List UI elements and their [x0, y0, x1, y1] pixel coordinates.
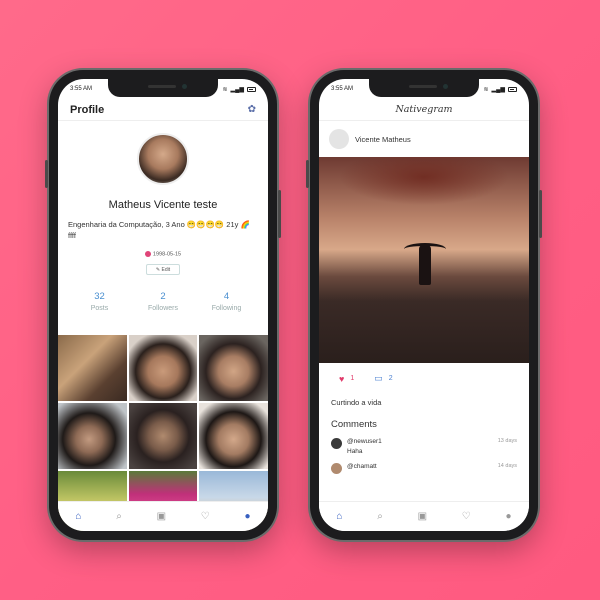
commenter-avatar[interactable] [331, 463, 342, 474]
grid-photo[interactable] [199, 335, 268, 401]
post-author[interactable]: Vicente Matheus [319, 121, 529, 157]
post-actions: ♥ 1 ▭ 2 [319, 363, 529, 384]
status-icons: ≋ ▂▄▆ [483, 86, 517, 93]
post-image[interactable] [319, 157, 529, 363]
post-caption: Curtindo a vida [331, 398, 382, 407]
birthday-icon [144, 251, 151, 257]
battery-icon [247, 86, 256, 92]
grid-photo[interactable] [58, 335, 127, 401]
stat-following-label: Following [211, 305, 242, 313]
grid-photo[interactable] [199, 403, 268, 469]
camera-icon[interactable]: ▣ [418, 511, 427, 522]
stat-following-count: 4 [223, 291, 230, 303]
edit-label: Edit [161, 267, 171, 274]
comments-heading: Comments [331, 419, 377, 430]
stat-following[interactable]: 4 Following [199, 291, 254, 312]
search-icon[interactable]: ⌕ [116, 511, 122, 522]
like-icon[interactable]: ♥ [339, 374, 344, 384]
profile-stats: 32 Posts 2 Followers 4 Following [58, 291, 268, 312]
stat-posts-count: 32 [94, 291, 105, 303]
like-count: 1 [350, 375, 355, 382]
app-brand: Nativegram [319, 99, 529, 121]
home-icon[interactable]: ⌂ [336, 511, 342, 522]
commenter-name[interactable]: @chamatt [347, 463, 493, 470]
notch [369, 79, 479, 97]
notch [108, 79, 218, 97]
home-icon[interactable]: ⌂ [75, 511, 81, 522]
comment-item: @chamatt 14 days [319, 455, 529, 474]
battery-icon [508, 86, 517, 92]
camera-icon[interactable]: ▣ [157, 511, 166, 522]
profile-header: Profile ✿ [58, 99, 268, 121]
comment-item: @newuser1 Haha 13 days [319, 430, 529, 455]
profile-name: Matheus Vicente teste [108, 199, 218, 211]
status-icons: ≋ ▂▄▆ [222, 86, 256, 93]
tab-bar: ⌂ ⌕ ▣ ♡ ● [319, 501, 529, 531]
profile-avatar[interactable] [137, 133, 189, 185]
tab-bar: ⌂ ⌕ ▣ ♡ ● [58, 501, 268, 531]
user-icon[interactable]: ● [245, 511, 251, 522]
profile-screen: 3:55 AM ≋ ▂▄▆ Profile ✿ Matheus Vicente … [58, 79, 268, 531]
page-title: Profile [70, 103, 105, 116]
grid-photo[interactable] [128, 335, 198, 401]
search-icon[interactable]: ⌕ [377, 511, 383, 522]
stat-posts-label: Posts [90, 305, 109, 313]
feed-screen: 3:55 AM ≋ ▂▄▆ Nativegram Vicente Matheus… [319, 79, 529, 531]
commenter-name[interactable]: @newuser1 [347, 438, 493, 445]
stat-followers-count: 2 [160, 291, 166, 303]
status-time: 3:55 AM [70, 86, 93, 92]
comment-count: 2 [388, 375, 393, 382]
birthdate: 1998-05-15 [58, 251, 268, 257]
settings-icon[interactable]: ✿ [248, 104, 256, 115]
author-avatar[interactable] [329, 129, 349, 149]
phone-profile: 3:55 AM ≋ ▂▄▆ Profile ✿ Matheus Vicente … [45, 70, 281, 540]
signal-icon: ▂▄▆ [491, 86, 505, 93]
grid-photo[interactable] [128, 403, 198, 469]
comment-time: 13 days [497, 438, 517, 444]
heart-icon[interactable]: ♡ [462, 511, 471, 522]
stat-posts[interactable]: 32 Posts [72, 291, 127, 312]
wifi-icon: ≋ [483, 86, 489, 93]
heart-icon[interactable]: ♡ [201, 511, 210, 522]
author-name[interactable]: Vicente Matheus [355, 135, 411, 144]
profile-bio: Engenharia da Computação, 3 Ano 😁😁😁😁 21y… [68, 220, 250, 240]
stat-followers-label: Followers [148, 305, 178, 313]
user-icon[interactable]: ● [506, 511, 512, 522]
wifi-icon: ≋ [222, 86, 228, 93]
grid-photo[interactable] [58, 403, 127, 469]
comment-icon[interactable]: ▭ [374, 373, 383, 384]
status-time: 3:55 AM [331, 86, 354, 92]
stat-followers[interactable]: 2 Followers [136, 291, 191, 312]
edit-profile-button[interactable]: ✎ Edit [146, 264, 180, 276]
signal-icon: ▂▄▆ [230, 86, 244, 93]
birthdate-text: 1998-05-15 [152, 251, 182, 258]
commenter-avatar[interactable] [331, 438, 342, 449]
phone-feed: 3:55 AM ≋ ▂▄▆ Nativegram Vicente Matheus… [306, 70, 542, 540]
comment-time: 14 days [497, 463, 517, 469]
comment-text: Haha [347, 448, 363, 455]
